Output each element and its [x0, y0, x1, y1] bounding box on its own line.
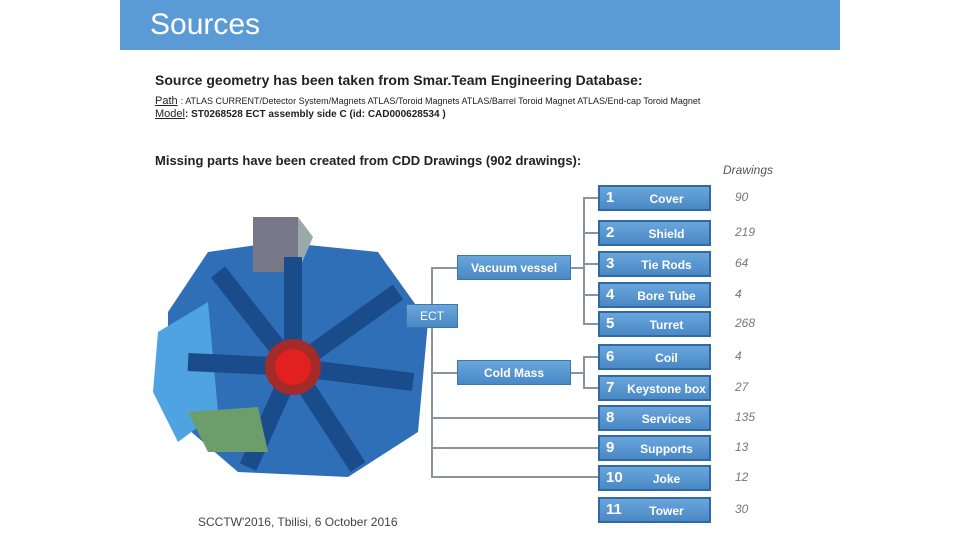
part-node: 11 Tower: [598, 497, 711, 523]
part-label: Joke: [652, 472, 681, 486]
part-label: Cover: [649, 192, 684, 206]
part-label: Keystone box: [627, 382, 706, 396]
drawings-count: 90: [735, 190, 749, 204]
node-ect: ECT: [406, 304, 458, 328]
drawings-count: 4: [735, 287, 742, 301]
part-number: 10: [606, 469, 623, 486]
intro-text: Source geometry has been taken from Smar…: [155, 72, 643, 88]
part-node: 1 Cover: [598, 185, 711, 211]
model-value: : ST0268528 ECT assembly side C (id: CAD…: [184, 109, 446, 120]
part-label: Tower: [649, 504, 684, 518]
part-label: Coil: [655, 351, 678, 365]
part-number: 11: [606, 501, 622, 518]
footer-text: SCCTW'2016, Tbilisi, 6 October 2016: [198, 515, 398, 529]
node-vacuum-vessel: Vacuum vessel: [457, 255, 571, 280]
part-label: Turret: [649, 318, 684, 332]
part-node: 2 Shield: [598, 220, 711, 246]
path-value: : ATLAS CURRENT/Detector System/Magnets …: [180, 96, 701, 106]
drawings-count: 64: [735, 256, 749, 270]
part-node: 7 Keystone box: [598, 375, 711, 401]
node-cold-mass: Cold Mass: [457, 360, 571, 385]
part-node: 6 Coil: [598, 344, 711, 370]
part-number: 1: [606, 189, 615, 206]
part-label: Supports: [640, 442, 693, 456]
drawings-count: 13: [735, 440, 749, 454]
drawings-count: 219: [735, 225, 756, 239]
drawings-count: 12: [735, 470, 749, 484]
drawings-count: 268: [735, 316, 756, 330]
slide: Sources Source geometry has been taken f…: [0, 0, 960, 540]
part-node: 9 Supports: [598, 435, 711, 461]
part-number: 8: [606, 409, 615, 426]
model-label: Model: [155, 108, 185, 120]
part-node: 5 Turret: [598, 311, 711, 337]
part-node: 10 Joke: [598, 465, 711, 491]
part-label: Bore Tube: [637, 289, 696, 303]
part-number: 5: [606, 315, 615, 332]
drawings-count: 135: [735, 410, 756, 424]
missing-text: Missing parts have been created from CDD…: [155, 153, 582, 168]
part-node: 4 Bore Tube: [598, 282, 711, 308]
drawings-count: 27: [735, 380, 749, 394]
title-bar: Sources: [120, 0, 840, 50]
part-label: Services: [641, 412, 692, 426]
part-number: 9: [606, 439, 615, 456]
drawings-count: 30: [735, 502, 749, 516]
page-title: Sources: [150, 8, 261, 41]
part-number: 7: [606, 379, 615, 396]
drawings-count: 4: [735, 349, 742, 363]
part-number: 4: [606, 286, 615, 303]
part-label: Tie Rods: [641, 258, 692, 272]
part-node: 8 Services: [598, 405, 711, 431]
part-node: 3 Tie Rods: [598, 251, 711, 277]
part-number: 6: [606, 348, 615, 365]
part-number: 2: [606, 224, 615, 241]
path-label: Path: [155, 95, 178, 107]
drawings-header: Drawings: [723, 163, 774, 177]
part-label: Shield: [648, 227, 685, 241]
ect-3d-model-image: [153, 217, 428, 477]
part-number: 3: [606, 255, 615, 272]
